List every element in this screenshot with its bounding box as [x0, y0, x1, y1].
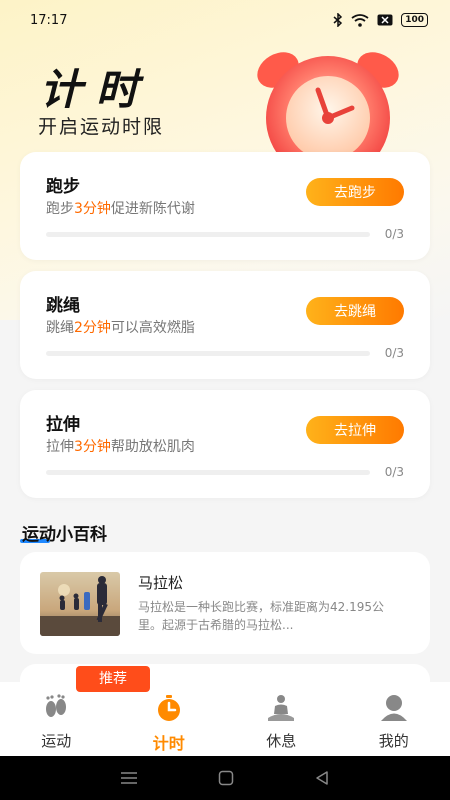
profile-icon [380, 695, 407, 721]
progress-count: 0/3 [384, 346, 404, 360]
exercise-card-jump-rope: 跳绳 跳绳2分钟可以高效燃脂 去跳绳 0/3 [20, 271, 430, 379]
progress-count: 0/3 [384, 227, 404, 241]
bottom-tab-bar: 运动 计时 休息 我的 [0, 682, 450, 756]
sim-icon [377, 14, 393, 26]
exercise-card-stretch: 拉伸 拉伸3分钟帮助放松肌肉 去拉伸 0/3 [20, 390, 430, 498]
tab-profile[interactable]: 我的 [338, 682, 450, 756]
article-title: 马拉松 [138, 574, 184, 592]
progress-bar [46, 351, 370, 356]
exercise-desc: 跑步3分钟促进新陈代谢 [46, 201, 195, 217]
go-jump-rope-button[interactable]: 去跳绳 [306, 297, 404, 325]
status-bar: 17:17 100 [0, 0, 450, 40]
tab-timer[interactable]: 计时 [113, 682, 226, 756]
page-subtitle: 开启运动时限 [38, 116, 165, 138]
exercise-desc: 跳绳2分钟可以高效燃脂 [46, 320, 195, 336]
exercise-title: 跳绳 [46, 296, 80, 316]
tab-label: 运动 [41, 732, 72, 750]
status-time: 17:17 [30, 12, 68, 28]
recommend-badge: 推荐 [76, 666, 150, 692]
exercise-card-running: 跑步 跑步3分钟促进新陈代谢 去跑步 0/3 [20, 152, 430, 260]
article-excerpt: 马拉松是一种长跑比赛，标准距离为42.195公里。起源于古希腊的马拉松... [138, 600, 384, 632]
battery-icon: 100 [401, 13, 428, 27]
alarm-clock-illustration [257, 52, 399, 158]
exercise-title: 跑步 [46, 177, 80, 197]
tab-label: 我的 [378, 732, 409, 750]
status-icons: 100 [333, 13, 428, 27]
exercise-desc: 拉伸3分钟帮助放松肌肉 [46, 439, 195, 455]
exercise-title: 拉伸 [46, 415, 80, 435]
progress-count: 0/3 [384, 465, 404, 479]
progress-bar [46, 470, 370, 475]
menu-nav-icon[interactable] [120, 771, 138, 785]
article-card-marathon[interactable]: 马拉松 马拉松是一种长跑比赛，标准距离为42.195公里。起源于古希腊的马拉松.… [20, 552, 430, 654]
meditation-icon [268, 695, 295, 721]
progress-bar [46, 232, 370, 237]
tab-rest[interactable]: 休息 [225, 682, 338, 756]
tab-label: 计时 [152, 734, 185, 753]
footprints-icon [46, 694, 67, 717]
wifi-icon [351, 13, 369, 27]
system-navigation-bar [0, 756, 450, 800]
home-nav-icon[interactable] [218, 770, 234, 786]
marathon-thumbnail-image [40, 572, 120, 636]
timer-icon [157, 695, 180, 721]
tab-exercise[interactable]: 运动 [0, 682, 113, 756]
tab-label: 休息 [266, 732, 297, 750]
section-title-encyclopedia: 运动小百科 [22, 525, 107, 545]
go-stretch-button[interactable]: 去拉伸 [306, 416, 404, 444]
go-running-button[interactable]: 去跑步 [306, 178, 404, 206]
bluetooth-icon [333, 13, 343, 27]
page-title: 计时 [40, 65, 153, 114]
back-nav-icon[interactable] [314, 770, 330, 786]
